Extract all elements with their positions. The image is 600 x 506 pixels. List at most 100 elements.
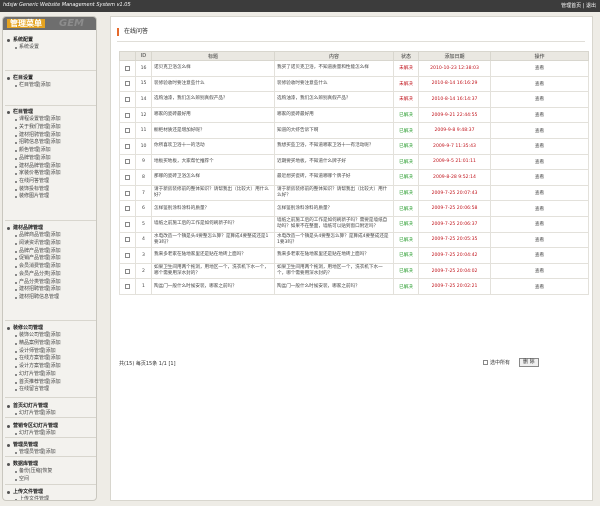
menu-item[interactable]: 精品案例管理|添加 [7, 340, 94, 348]
menu-item[interactable]: 家装价格管理|添加 [7, 170, 94, 178]
menu-item[interactable]: 系统设置 [7, 44, 94, 52]
menu-item[interactable]: 在线留言管理 [7, 386, 94, 394]
menu-item[interactable]: 建材招聘管理|添加 [7, 286, 94, 294]
row-checkbox[interactable] [125, 190, 130, 196]
row-title-text: 怎样鉴别涂料涂料的质量？ [154, 205, 210, 211]
row-checkbox[interactable] [125, 143, 130, 149]
menu-item[interactable]: 品牌管理|添加 [7, 155, 94, 163]
menu-item[interactable]: 备份|压缩|恢复 [7, 468, 94, 476]
row-checkbox[interactable] [125, 81, 130, 87]
view-link[interactable]: 查看 [490, 169, 589, 186]
row-select-cell[interactable] [119, 215, 136, 233]
menu-item[interactable]: 管理员管理|添加 [7, 449, 94, 457]
row-checkbox[interactable] [125, 96, 130, 102]
menu-item[interactable]: 幻灯片管理|添加 [7, 430, 94, 438]
view-link[interactable]: 查看 [490, 75, 589, 93]
view-link[interactable]: 查看 [490, 215, 589, 233]
select-all-checkbox[interactable] [483, 360, 488, 365]
menu-item[interactable]: 栏目管理|添加 [7, 82, 94, 90]
menu-item[interactable]: 设计方案管理|添加 [7, 363, 94, 371]
menu-item[interactable]: 建材招聘信息管理 [7, 294, 94, 302]
row-select-cell[interactable] [119, 91, 136, 108]
row-content-text: 请于新房装修前的整体知识？请帮我出（比较大）用什么好？ [277, 187, 388, 199]
menu-item[interactable]: 招聘信息管理|添加 [7, 139, 94, 147]
row-status: 未解决 [393, 75, 419, 93]
menu-item[interactable]: 幻灯片管理|添加 [7, 371, 94, 379]
row-select-cell[interactable] [119, 262, 136, 280]
row-content-text: 知道的大虾告诉下啊 [277, 127, 319, 133]
row-checkbox[interactable] [125, 221, 130, 227]
menu-item[interactable]: 上传文件管理 [7, 496, 94, 500]
menu-group: 栏目管理 课程设置管理|添加 关于我们管理|添加 建材招骋管理|添加 招聘信息管理|添加… [7, 109, 94, 201]
menu-item[interactable]: 会员消费管理|添加 [7, 263, 94, 271]
row-select-cell[interactable] [119, 60, 136, 77]
row-checkbox[interactable] [125, 206, 130, 212]
row-select-cell[interactable] [119, 75, 136, 93]
row-title: 我来多老家在陆地家里还是贴在地砖上面吗？ [151, 247, 275, 264]
row-checkbox[interactable] [125, 128, 130, 134]
menu-item[interactable]: 装修图片管理 [7, 193, 94, 201]
row-select-cell[interactable] [119, 106, 136, 124]
view-link[interactable]: 查看 [490, 91, 589, 108]
row-select-cell[interactable] [119, 122, 136, 139]
row-id: 10 [135, 137, 152, 155]
row-title: 那哪的瓷砖卫浴怎么样 [151, 169, 275, 186]
row-select-cell[interactable] [119, 153, 136, 171]
row-id: 2 [135, 262, 152, 280]
view-link[interactable]: 查看 [490, 106, 589, 124]
row-select-cell[interactable] [119, 184, 136, 202]
menu-item[interactable]: 会员产品分类|添加 [7, 271, 94, 279]
row-checkbox[interactable] [125, 159, 130, 165]
view-link[interactable]: 查看 [490, 137, 589, 155]
menu-item[interactable]: 幻灯片管理|添加 [7, 410, 94, 418]
row-checkbox[interactable] [125, 284, 130, 290]
row-content: 我买了诺贝克卫浴，不知道质量和性能怎么样 [274, 60, 394, 77]
row-checkbox[interactable] [125, 252, 130, 258]
pagination[interactable]: 共(15) 每页15条 1/1 [1] [119, 360, 176, 367]
menu-item[interactable]: 课程设置管理|添加 [7, 116, 94, 124]
top-links[interactable]: 管理首页 | 退出 [561, 2, 596, 9]
row-title: 诺贝克卫浴怎么样 [151, 60, 275, 77]
view-link[interactable]: 查看 [490, 278, 589, 295]
menu-item[interactable]: 促销产品管理|添加 [7, 255, 94, 263]
row-select-cell[interactable] [119, 169, 136, 186]
view-link[interactable]: 查看 [490, 184, 589, 202]
select-all[interactable]: 选中所有 [483, 359, 510, 366]
menu-item[interactable]: 空间 [7, 476, 94, 484]
row-select-cell[interactable] [119, 137, 136, 155]
row-checkbox[interactable] [125, 65, 130, 71]
view-link[interactable]: 查看 [490, 60, 589, 77]
menu-item[interactable]: 品牌商品管理|添加 [7, 232, 94, 240]
menu-item[interactable]: 关于我们管理|添加 [7, 124, 94, 132]
row-checkbox[interactable] [125, 112, 130, 118]
row-select-cell[interactable] [119, 247, 136, 264]
title-divider [117, 41, 585, 42]
menu-item[interactable]: 颜色管理|添加 [7, 147, 94, 155]
menu-item[interactable]: 在线问答管理 [7, 178, 94, 186]
col-action: 操作 [490, 51, 589, 61]
row-content-text: 陶盆门一般什么时候安装，哪家之前吗？ [277, 283, 360, 289]
view-link[interactable]: 查看 [490, 247, 589, 264]
delete-button[interactable]: 删 除 [519, 358, 539, 367]
menu-item[interactable]: 在线方案管理|添加 [7, 355, 94, 363]
col-id: ID [135, 51, 152, 61]
view-link[interactable]: 查看 [490, 262, 589, 280]
view-link[interactable]: 查看 [490, 231, 589, 249]
view-link[interactable]: 查看 [490, 122, 589, 139]
qa-table: ID 标题 内容 状态 添加日期 操作 16 诺贝克卫浴怎么样 我买了诺贝克卫浴，不… [119, 51, 589, 295]
menu-item[interactable]: 装饰公司管理|添加 [7, 332, 94, 340]
row-select-cell[interactable] [119, 231, 136, 249]
row-select-cell[interactable] [119, 278, 136, 295]
row-select-cell[interactable] [119, 200, 136, 217]
view-link[interactable]: 查看 [490, 153, 589, 171]
row-checkbox[interactable] [125, 174, 130, 180]
row-checkbox[interactable] [125, 268, 130, 274]
view-link[interactable]: 查看 [490, 200, 589, 217]
row-checkbox[interactable] [125, 237, 130, 243]
row-content-text: 如果卫生间用两个拖洞，用地区一个，洗衣机下水一个，哪个需要用深水封的？ [277, 265, 383, 277]
row-content: 如果卫生间用两个拖洞，用地区一个，洗衣机下水一个，哪个需要用深水封的？ [274, 262, 394, 280]
row-content-text: 选购油漆，我们怎么辨别真假产品？ [277, 96, 351, 102]
row-title: 橱柜材质还是增加好呢？ [151, 122, 275, 139]
row-date: 2009-7-25 20:04:42 [418, 247, 491, 264]
menu-item[interactable]: 阅读资讯管理|添加 [7, 240, 94, 248]
